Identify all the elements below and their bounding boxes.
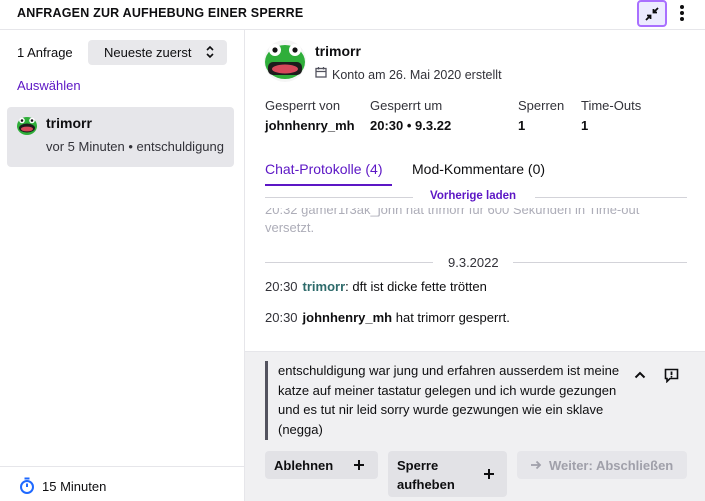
chat-message: hat trimorr gesperrt. xyxy=(392,310,510,325)
timeouts-value: 1 xyxy=(581,118,589,133)
date-separator: 9.3.2022 xyxy=(245,255,705,270)
collapse-arrows-icon xyxy=(644,6,660,22)
chat-line: 20:30 trimorr: dft ist dicke fette trötte… xyxy=(265,279,487,294)
lift-ban-label: Sperre aufheben xyxy=(397,458,455,492)
chat-log: 20:32 gamer1r3ak_john hat trimorr für 60… xyxy=(245,208,705,348)
divider xyxy=(265,197,413,198)
deny-button[interactable]: Ablehnen xyxy=(265,451,378,479)
banned-at-value: 20:30 • 9.3.22 xyxy=(370,118,452,133)
sort-chevron-icon xyxy=(205,44,215,60)
chat-message: : dft ist dicke fette trötten xyxy=(345,279,487,294)
request-count: 1 Anfrage xyxy=(17,45,73,60)
divider xyxy=(535,197,687,198)
appeal-panel: entschuldigung war jung und erfahren aus… xyxy=(245,351,705,501)
banned-by-value: johnhenry_mh xyxy=(265,118,355,133)
next-finish-button[interactable]: Weiter: Abschließen xyxy=(517,451,687,479)
tab-mod-comments[interactable]: Mod-Kommentare (0) xyxy=(412,161,545,177)
appeal-message: entschuldigung war jung und erfahren aus… xyxy=(278,363,620,437)
load-previous-row: Vorherige laden xyxy=(245,190,705,204)
request-detail-panel: trimorr Konto am 26. Mai 2020 erstellt G… xyxy=(245,30,705,501)
divider xyxy=(265,262,433,263)
user-avatar xyxy=(264,40,306,82)
sidebar-footer: 15 Minuten xyxy=(0,466,244,501)
timer-label: 15 Minuten xyxy=(42,479,107,494)
select-link[interactable]: Auswählen xyxy=(17,78,81,93)
panel-title: ANFRAGEN ZUR AUFHEBUNG EINER SPERRE xyxy=(17,6,304,20)
lift-ban-button[interactable]: Sperre aufheben xyxy=(388,451,507,497)
banned-at-label: Gesperrt um xyxy=(370,98,443,113)
sort-dropdown[interactable]: Neueste zuerst xyxy=(88,40,227,65)
tab-chat-logs[interactable]: Chat-Protokolle (4) xyxy=(265,161,383,177)
detail-username: trimorr xyxy=(315,43,361,59)
date-label: 9.3.2022 xyxy=(448,255,499,270)
report-flag-icon[interactable] xyxy=(664,368,679,383)
avatar xyxy=(16,115,38,137)
active-tab-indicator xyxy=(265,184,392,186)
chat-time: 20:30 xyxy=(265,279,298,294)
chat-username[interactable]: johnhenry_mh xyxy=(303,310,393,325)
load-previous-button[interactable]: Vorherige laden xyxy=(430,190,516,202)
timeouts-label: Time-Outs xyxy=(581,98,642,113)
sort-label: Neueste zuerst xyxy=(104,45,192,60)
quote-bar xyxy=(265,361,268,440)
more-options-button[interactable] xyxy=(672,2,692,24)
chat-time: 20:30 xyxy=(265,310,298,325)
next-finish-label: Weiter: Abschließen xyxy=(549,458,674,473)
bans-value: 1 xyxy=(518,118,526,133)
request-list-item[interactable]: trimorr vor 5 Minuten • entschuldigung xyxy=(7,107,234,167)
chevron-up-icon[interactable] xyxy=(633,368,647,382)
chat-line-faded: 20:32 gamer1r3ak_john hat trimorr für 60… xyxy=(265,208,640,217)
request-username: trimorr xyxy=(46,115,92,131)
request-list-panel: 1 Anfrage Neueste zuerst Auswählen trimo… xyxy=(0,30,245,501)
deny-label: Ablehnen xyxy=(274,458,334,473)
panel-header: ANFRAGEN ZUR AUFHEBUNG EINER SPERRE xyxy=(0,0,705,30)
plus-icon xyxy=(483,468,495,480)
chat-username[interactable]: trimorr xyxy=(303,279,346,294)
plus-icon xyxy=(353,459,365,471)
bans-label: Sperren xyxy=(518,98,565,113)
banned-by-label: Gesperrt von xyxy=(265,98,341,113)
divider xyxy=(513,262,687,263)
account-created: Konto am 26. Mai 2020 erstellt xyxy=(332,68,502,82)
collapse-button[interactable] xyxy=(637,0,667,27)
request-meta: vor 5 Minuten • entschuldigung xyxy=(46,139,224,154)
stopwatch-icon xyxy=(19,477,35,494)
chat-line: 20:30 johnhenry_mh hat trimorr gesperrt. xyxy=(265,310,510,325)
chat-line-faded: versetzt. xyxy=(265,220,315,235)
calendar-icon xyxy=(315,66,327,78)
vertical-dots-icon xyxy=(679,4,685,22)
arrow-right-icon xyxy=(530,459,542,471)
